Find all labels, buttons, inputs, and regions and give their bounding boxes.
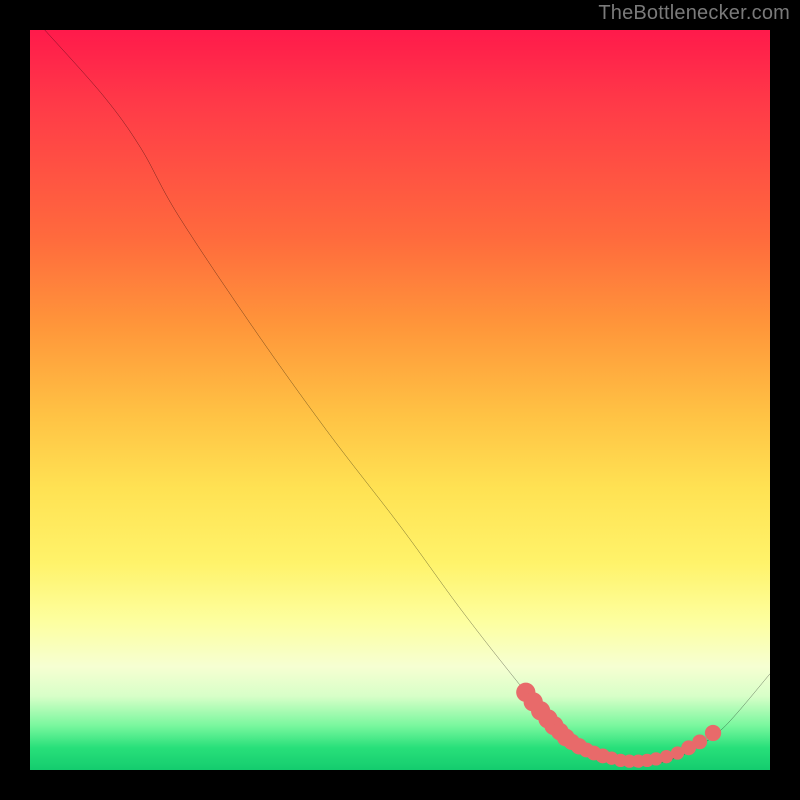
plot-area [30,30,770,770]
data-marker [692,734,707,749]
chart-frame: TheBottlenecker.com [0,0,800,800]
chart-svg [30,30,770,770]
data-marker [705,725,721,741]
data-markers [516,683,721,768]
bottleneck-curve [45,30,770,764]
attribution-text: TheBottlenecker.com [598,2,790,25]
